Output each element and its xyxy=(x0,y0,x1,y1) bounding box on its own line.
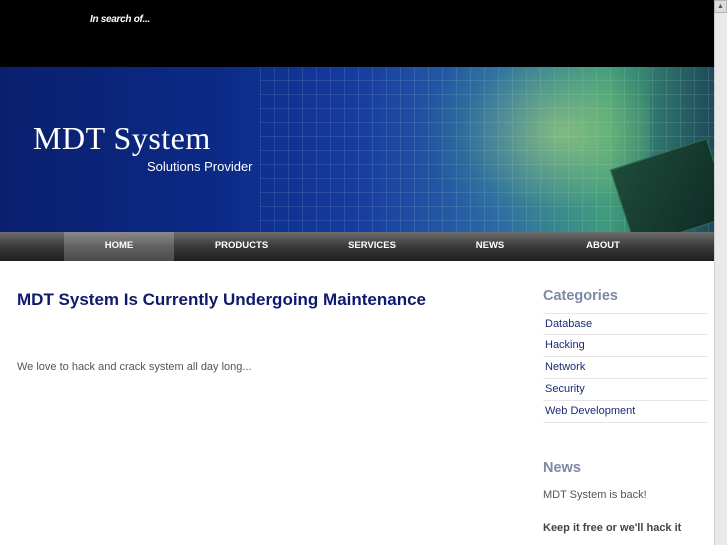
banner-glow xyxy=(430,67,650,232)
nav-item-products[interactable]: PRODUCTS xyxy=(189,232,294,261)
category-web-development[interactable]: Web Development xyxy=(543,401,708,423)
nav-item-home[interactable]: HOME xyxy=(64,232,174,261)
tagline: In search of... xyxy=(90,14,150,25)
main-navigation: HOME PRODUCTS SERVICES NEWS ABOUT xyxy=(0,232,714,261)
news-item-bold[interactable]: Keep it free or we'll hack it xyxy=(543,522,681,534)
category-network[interactable]: Network xyxy=(543,357,708,379)
nav-item-about[interactable]: ABOUT xyxy=(563,232,643,261)
page-title[interactable]: MDT System Is Currently Undergoing Maint… xyxy=(17,290,426,310)
news-item[interactable]: MDT System is back! xyxy=(543,489,647,501)
page-body-text: We love to hack and crack system all day… xyxy=(17,361,252,373)
site-logo-subtitle: Solutions Provider xyxy=(147,159,253,174)
categories-heading: Categories xyxy=(543,288,618,304)
category-hacking[interactable]: Hacking xyxy=(543,335,708,357)
nav-item-news[interactable]: NEWS xyxy=(450,232,530,261)
header-banner: MDT System Solutions Provider xyxy=(0,67,714,232)
news-heading: News xyxy=(543,460,581,476)
top-header: In search of... xyxy=(0,0,727,67)
scroll-up-arrow-icon[interactable]: ▲ xyxy=(714,0,727,13)
vertical-scrollbar[interactable] xyxy=(714,0,727,545)
nav-item-services[interactable]: SERVICES xyxy=(322,232,422,261)
category-database[interactable]: Database xyxy=(543,313,708,335)
site-logo-title[interactable]: MDT System xyxy=(33,120,211,157)
category-security[interactable]: Security xyxy=(543,379,708,401)
categories-list: Database Hacking Network Security Web De… xyxy=(543,313,708,423)
